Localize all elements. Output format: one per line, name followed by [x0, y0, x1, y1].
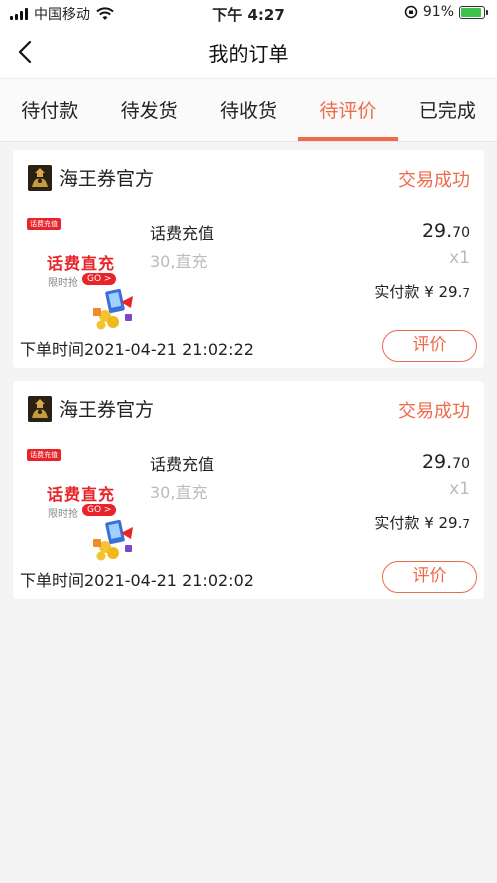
thumbnail-tag: 话费充值 [27, 218, 61, 230]
thumbnail-subtitle: 限时抢 [48, 278, 78, 289]
price-cents: 70 [452, 225, 470, 241]
tab-pending-review[interactable]: 待评价 [298, 79, 399, 141]
paid-amount: 实付款 ¥ 29.7 [374, 512, 470, 533]
review-button[interactable]: 评价 [382, 330, 477, 362]
wifi-icon [96, 7, 114, 20]
price-main: 29. [421, 220, 453, 242]
product-price: 29.70 [422, 451, 470, 473]
shop-name[interactable]: 海王券官方 [59, 395, 154, 422]
shop-logo-icon [28, 165, 52, 191]
product-spec: 30,直充 [150, 252, 208, 271]
status-bar-right: 91% [404, 4, 488, 20]
thumbnail-go-badge: GO > [82, 504, 117, 516]
carrier-label: 中国移动 [34, 7, 90, 23]
thumbnail-go-badge: GO > [82, 273, 117, 285]
phone-coins-illustration-icon [93, 288, 133, 330]
price-main: 29. [421, 451, 453, 473]
battery-icon [459, 5, 488, 19]
shop-name[interactable]: 海王券官方 [59, 164, 154, 191]
paid-label: 实付款 ¥ 29. [374, 283, 463, 301]
order-card[interactable]: 海王券官方 交易成功 话费充值 话费直充 限时抢 GO > 话费充值 30,直充… [13, 150, 484, 368]
paid-cents: 7 [462, 286, 470, 300]
phone-coins-illustration-icon [93, 519, 133, 561]
product-thumbnail[interactable]: 话费充值 话费直充 限时抢 GO > [25, 214, 137, 332]
product-price: 29.70 [422, 220, 470, 242]
status-bar: 中国移动 下午 4:27 91% [0, 0, 497, 26]
status-bar-left: 中国移动 [10, 4, 114, 24]
product-thumbnail[interactable]: 话费充值 话费直充 限时抢 GO > [25, 445, 137, 563]
tab-pending-receipt[interactable]: 待收货 [199, 79, 298, 141]
product-quantity: x1 [449, 479, 470, 499]
signal-icon [10, 8, 28, 20]
tab-pending-shipment[interactable]: 待发货 [99, 79, 198, 141]
thumbnail-tag: 话费充值 [27, 449, 61, 461]
paid-label: 实付款 ¥ 29. [374, 514, 463, 532]
order-status: 交易成功 [398, 401, 470, 422]
battery-fill [461, 7, 482, 17]
tab-completed[interactable]: 已完成 [398, 79, 497, 141]
shop-logo-icon [28, 396, 52, 422]
thumbnail-subtitle: 限时抢 [48, 509, 78, 520]
tab-pending-payment[interactable]: 待付款 [0, 79, 99, 141]
order-status: 交易成功 [398, 170, 470, 191]
order-tabs: 待付款 待发货 待收货 待评价 已完成 [0, 78, 497, 142]
paid-amount: 实付款 ¥ 29.7 [374, 281, 470, 302]
order-time: 下单时间2021-04-21 21:02:22 [20, 340, 254, 359]
product-quantity: x1 [449, 248, 470, 268]
product-name[interactable]: 话费充值 [150, 220, 214, 244]
page-title: 我的订单 [208, 42, 289, 66]
nav-bar: 我的订单 [0, 26, 497, 78]
battery-percent: 91% [422, 4, 454, 20]
price-cents: 70 [452, 456, 470, 472]
order-time: 下单时间2021-04-21 21:02:02 [20, 571, 254, 590]
thumbnail-title: 话费直充 [47, 485, 116, 504]
review-button[interactable]: 评价 [382, 561, 477, 593]
thumbnail-title: 话费直充 [47, 254, 116, 273]
orientation-lock-icon [404, 5, 418, 19]
product-spec: 30,直充 [150, 483, 208, 502]
paid-cents: 7 [462, 517, 470, 531]
order-card[interactable]: 海王券官方 交易成功 话费充值 话费直充 限时抢 GO > 话费充值 30,直充… [13, 381, 484, 599]
product-name[interactable]: 话费充值 [150, 451, 214, 475]
